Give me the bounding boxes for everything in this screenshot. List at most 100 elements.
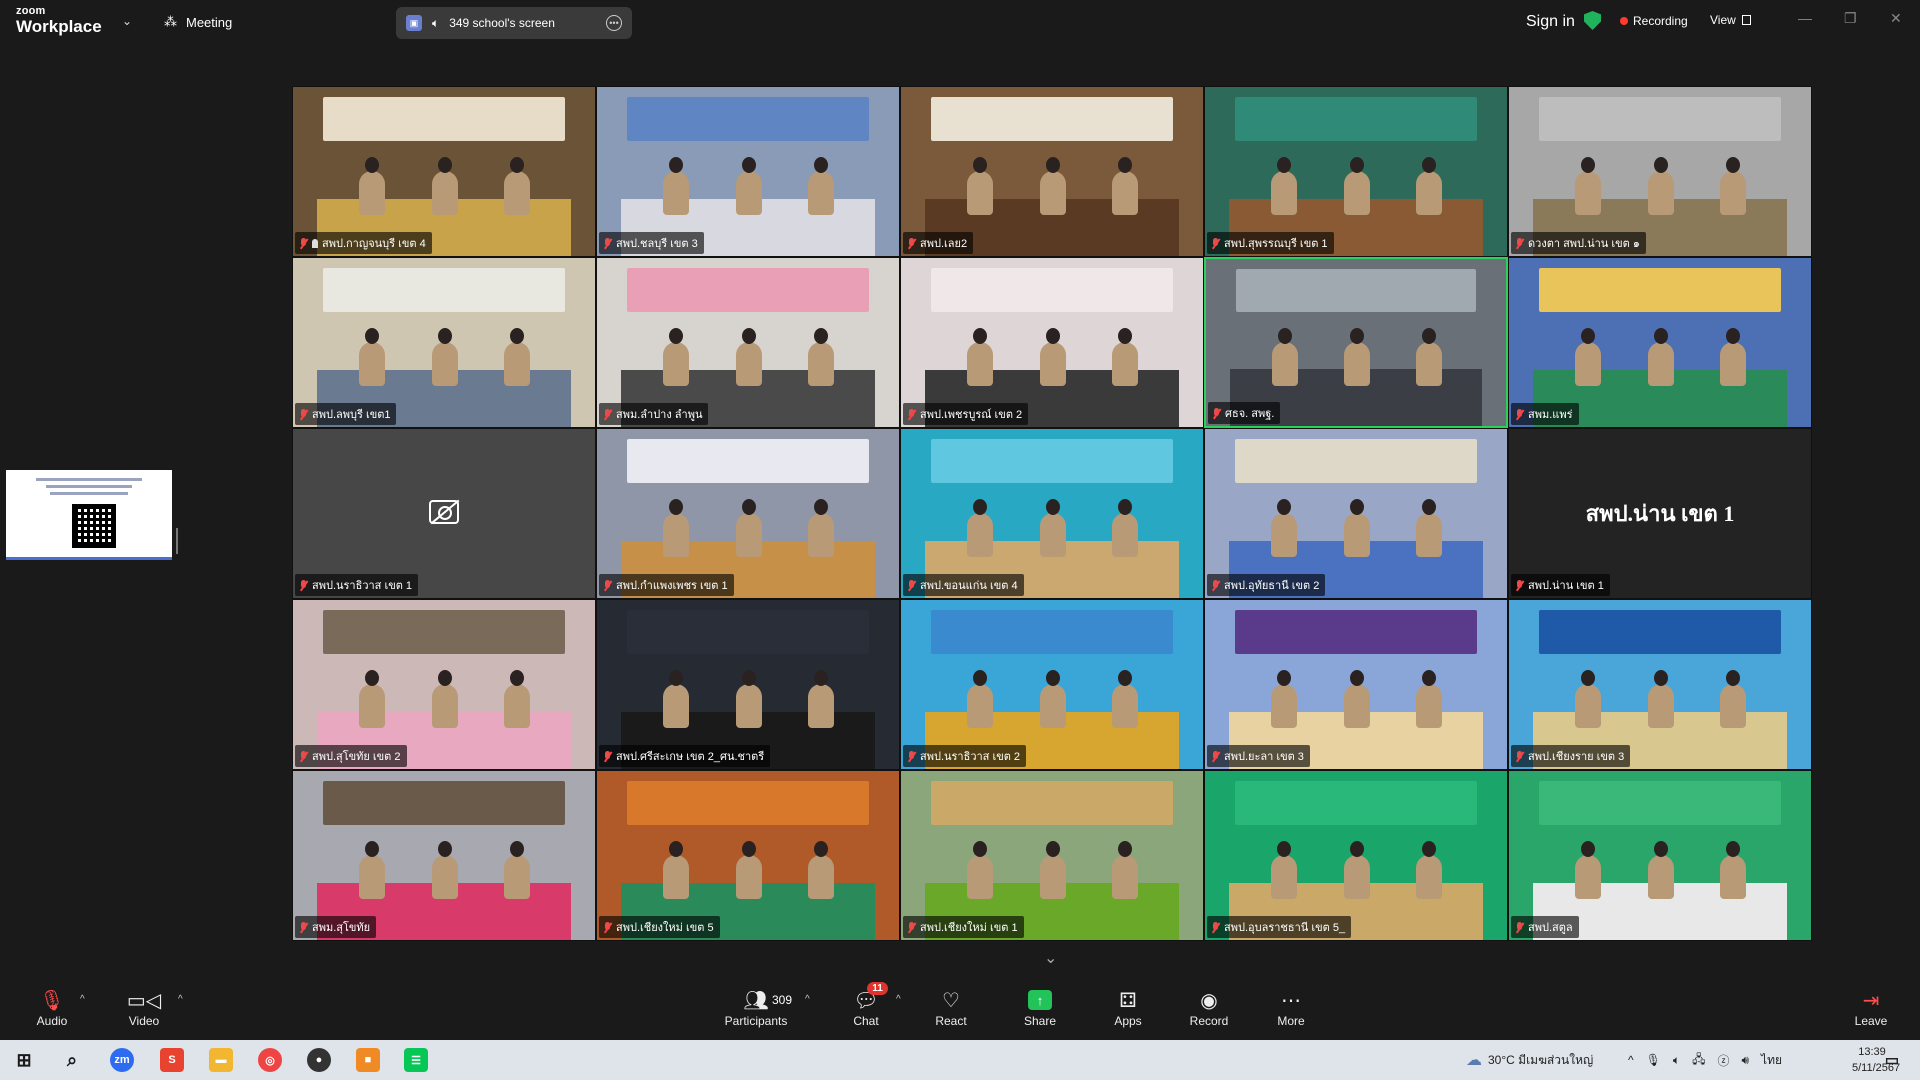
participant-name: สพป.นราธิวาส เขต 1 (312, 580, 413, 592)
weather-widget[interactable]: ☁ 30°C มีเมฆส่วนใหญ่ (1466, 1040, 1593, 1080)
chat-options-caret[interactable]: ^ (896, 994, 901, 1005)
audio-label: Audio (36, 1014, 68, 1028)
video-tile[interactable]: สพป.ชลบุรี เขต 3 (596, 86, 900, 257)
video-tile[interactable]: สพป.สุพรรณบุรี เขต 1 (1204, 86, 1508, 257)
share-button[interactable]: ↑ Share (1005, 986, 1075, 1028)
language-indicator[interactable]: ไทย (1761, 1051, 1782, 1070)
participant-label: สพป.ชลบุรี เขต 3 (599, 232, 704, 254)
participants-options-caret[interactable]: ^ (805, 994, 810, 1005)
zoom-tray-icon[interactable]: ⓩ (1717, 1052, 1729, 1069)
video-feed (597, 87, 899, 256)
search-icon[interactable]: ⌕ (60, 1048, 84, 1072)
video-tile[interactable]: ดวงตา สพป.น่าน เขต ๑ (1508, 86, 1812, 257)
video-tile[interactable]: สพป.น่าน เขต 1 สพป.น่าน เขต 1 (1508, 428, 1812, 599)
video-tile[interactable]: สพป.สุโขทัย เขต 2 (292, 599, 596, 770)
restore-icon[interactable]: ❐ (1844, 10, 1857, 27)
video-options-caret[interactable]: ^ (178, 994, 183, 1005)
video-tile[interactable]: สพป.นราธิวาส เขต 1 (292, 428, 596, 599)
s-app-icon[interactable]: S (160, 1048, 184, 1072)
more-options-icon[interactable]: ••• (606, 15, 622, 31)
audio-button[interactable]: 🎙︎ Audio (17, 986, 87, 1029)
mic-muted-icon (1211, 921, 1220, 933)
mic-muted-icon (299, 921, 308, 933)
video-tile[interactable]: สพป.ยะลา เขต 3 (1204, 599, 1508, 770)
video-tile[interactable]: สพป.ขอนแก่น เขต 4 (900, 428, 1204, 599)
zoom-app-icon[interactable]: zm (110, 1048, 134, 1072)
share-label: Share (1023, 1014, 1057, 1028)
view-button[interactable]: View (1710, 13, 1751, 27)
participant-name-display: สพป.น่าน เขต 1 (1585, 501, 1735, 526)
microphone-icon[interactable]: 🎙︎ (1646, 1053, 1661, 1067)
video-tile[interactable]: สพป.กาญจนบุรี เขต 4 (292, 86, 596, 257)
participant-name: สพป.เลย2 (920, 238, 968, 250)
record-button[interactable]: ◉ Record (1174, 986, 1244, 1029)
participant-label: สพป.เชียงใหม่ เขต 1 (903, 916, 1024, 938)
video-tile[interactable]: สพม.สุโขทัย (292, 770, 596, 941)
participant-name: สพป.ยะลา เขต 3 (1224, 751, 1304, 763)
video-tile[interactable]: สพป.เชียงใหม่ เขต 5 (596, 770, 900, 941)
video-tile[interactable]: ศธจ. สพฐ. (1204, 257, 1508, 428)
chrome-icon[interactable]: ◎ (258, 1048, 282, 1072)
mic-muted-icon (1212, 407, 1221, 419)
close-icon[interactable]: ✕ (1890, 10, 1902, 27)
network-icon[interactable]: 🖧︎ (1692, 1050, 1705, 1071)
video-feed (1509, 87, 1811, 256)
leave-button[interactable]: ⇥ Leave (1836, 986, 1906, 1029)
participant-label: สพป.น่าน เขต 1 (1511, 574, 1610, 596)
chevron-down-icon[interactable]: ⌄ (122, 14, 132, 28)
sign-in-button[interactable]: Sign in (1526, 13, 1575, 31)
speaker-icon[interactable]: 🔈︎ (1673, 1053, 1680, 1068)
apps-button[interactable]: ⚃ Apps (1093, 986, 1163, 1029)
minimize-icon[interactable]: — (1798, 10, 1812, 26)
resize-handle[interactable] (176, 528, 178, 554)
browser-app-icon[interactable]: ● (307, 1048, 331, 1072)
participant-name: สพป.สุโขทัย เขต 2 (312, 751, 401, 763)
brand-bottom: Workplace (16, 17, 102, 36)
video-feed (1509, 771, 1811, 940)
video-tile[interactable]: สพป.เชียงใหม่ เขต 1 (900, 770, 1204, 941)
video-tile[interactable]: สพป.ศรีสะเกษ เขต 2_ศน.ชาตรี (596, 599, 900, 770)
participant-label: ดวงตา สพป.น่าน เขต ๑ (1511, 232, 1646, 254)
camera-off-icon (429, 499, 459, 524)
video-tile[interactable]: สพม.แพร่ (1508, 257, 1812, 428)
react-button[interactable]: ♡ React (916, 986, 986, 1029)
more-button[interactable]: ⋯ More (1256, 986, 1326, 1029)
video-tile[interactable]: สพป.นราธิวาส เขต 2 (900, 599, 1204, 770)
chat-button[interactable]: 💬︎ 11 Chat (831, 982, 901, 1028)
video-tile[interactable]: สพม.ลำปาง ลำพูน (596, 257, 900, 428)
notifications-icon[interactable]: ▭ (1880, 1048, 1904, 1072)
participant-name: สพป.เชียงราย เขต 3 (1528, 751, 1625, 763)
security-shield-icon[interactable] (1584, 11, 1601, 30)
video-tile[interactable]: สพป.ลพบุรี เขต1 (292, 257, 596, 428)
video-tile[interactable]: สพป.อุทัยธานี เขต 2 (1204, 428, 1508, 599)
video-tile[interactable]: สพป.กำแพงเพชร เขต 1 (596, 428, 900, 599)
video-tile[interactable]: สพป.เชียงราย เขต 3 (1508, 599, 1812, 770)
screen-share-pill[interactable]: ▣ 🔈︎ 349 school's screen ••• (396, 7, 632, 39)
chevron-down-icon[interactable]: ⌄ (1044, 948, 1057, 968)
volume-icon[interactable]: 🔊︎ (1741, 1053, 1749, 1068)
participants-label: Participants (724, 1014, 788, 1028)
participant-label: สพป.เชียงใหม่ เขต 5 (599, 916, 720, 938)
video-tile[interactable]: สพป.เลย2 (900, 86, 1204, 257)
folder-icon[interactable]: ▬ (209, 1048, 233, 1072)
qr-code (72, 504, 116, 548)
media-app-icon[interactable]: ■ (356, 1048, 380, 1072)
video-tile[interactable]: สพป.สตูล (1508, 770, 1812, 941)
chevron-up-icon[interactable]: ^ (1628, 1053, 1634, 1067)
shared-screen-thumbnail[interactable] (6, 470, 172, 560)
participant-name: สพป.กาญจนบุรี เขต 4 (322, 238, 426, 250)
leave-label: Leave (1854, 1014, 1888, 1028)
video-tile[interactable]: สพป.อุบลราชธานี เขต 5_ (1204, 770, 1508, 941)
meeting-menu[interactable]: ⁂ Meeting (164, 14, 232, 30)
video-button[interactable]: ▭◁ Video (109, 986, 179, 1029)
mic-muted-icon (907, 408, 916, 420)
recording-indicator[interactable]: Recording (1620, 14, 1688, 28)
gallery-view-icon (1741, 15, 1751, 25)
mic-muted-icon (907, 750, 916, 762)
participant-name: สพป.กำแพงเพชร เขต 1 (616, 580, 728, 592)
video-tile[interactable]: สพป.เพชรบูรณ์ เขต 2 (900, 257, 1204, 428)
line-app-icon[interactable]: ☰ (404, 1048, 428, 1072)
windows-start-icon[interactable]: ⊞ (12, 1048, 36, 1072)
audio-options-caret[interactable]: ^ (80, 994, 85, 1005)
system-tray: ^ 🎙︎ 🔈︎ 🖧︎ ⓩ 🔊︎ ไทย (1628, 1040, 1782, 1080)
